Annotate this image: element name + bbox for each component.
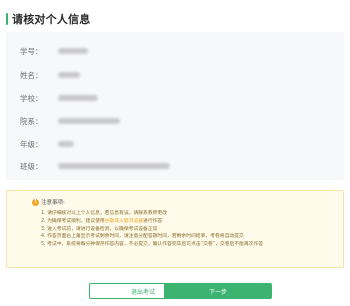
redacted-value: [58, 118, 120, 124]
notice-item-suffix: 进行作答: [143, 218, 163, 224]
redacted-value: [58, 141, 74, 147]
next-step-button[interactable]: 下一步: [164, 283, 272, 299]
notice-item: 1. 请仔细核对以上个人信息，若信息有误，请联系教师更改: [41, 211, 168, 216]
info-row-school: 学校：: [20, 92, 98, 104]
notice-item: 4. 作答页面右上角显示考试剩余时间，请注意分配答题时间，若剩余时间结束，考卷将…: [41, 234, 244, 240]
redacted-value: [58, 48, 88, 54]
exam-info-page: 请核对个人信息 学号： 姓名： 学校： 院系： 年级： 班级： ! 注意事项: …: [0, 0, 350, 306]
info-row-grade: 年级：: [20, 138, 74, 150]
notice-list: 1. 请仔细核对以上个人信息，若信息有误，请联系教师更改 2. 为确保考试顺利，…: [41, 210, 335, 249]
info-label: 姓名：: [20, 70, 43, 80]
notice-item: 2. 为确保考试顺利，建议使用谷歌或火狐浏览器进行作答: [41, 218, 335, 226]
notice-box: ! 注意事项: 1. 请仔细核对以上个人信息，若信息有误，请联系教师更改 2. …: [6, 190, 344, 268]
redacted-value: [58, 95, 98, 101]
browser-highlight: 谷歌或火狐浏览器: [104, 218, 144, 224]
info-label: 学校：: [20, 93, 43, 103]
info-row-department: 院系：: [20, 115, 120, 127]
notice-item: 5. 考试中，系统将每分钟保存作答内容，不必提交，确认作答完毕后可点击“交卷”，…: [41, 242, 264, 248]
personal-info-card: 学号： 姓名： 学校： 院系： 年级： 班级：: [6, 32, 344, 180]
notice-item-text: 2. 为确保考试顺利，建议使用: [41, 218, 105, 224]
info-row-class: 班级：: [20, 160, 170, 172]
page-header: 请核对个人信息: [6, 12, 90, 26]
info-row-name: 姓名：: [20, 69, 80, 81]
redacted-value: [58, 72, 80, 78]
info-label: 院系：: [20, 116, 43, 126]
header-accent-bar: [6, 13, 8, 25]
notice-title: 注意事项:: [41, 200, 65, 206]
page-title: 请核对个人信息: [12, 13, 91, 26]
notice-header: ! 注意事项:: [32, 198, 65, 206]
redacted-value: [58, 163, 170, 169]
info-label: 班级：: [20, 161, 43, 171]
warning-icon: !: [32, 198, 39, 206]
info-label: 学号：: [20, 46, 43, 56]
notice-item: 3. 进入考试前，请进行设备检测，以确保考试设备正常: [41, 226, 158, 232]
info-row-student-id: 学号：: [20, 45, 88, 57]
info-label: 年级：: [20, 139, 43, 149]
